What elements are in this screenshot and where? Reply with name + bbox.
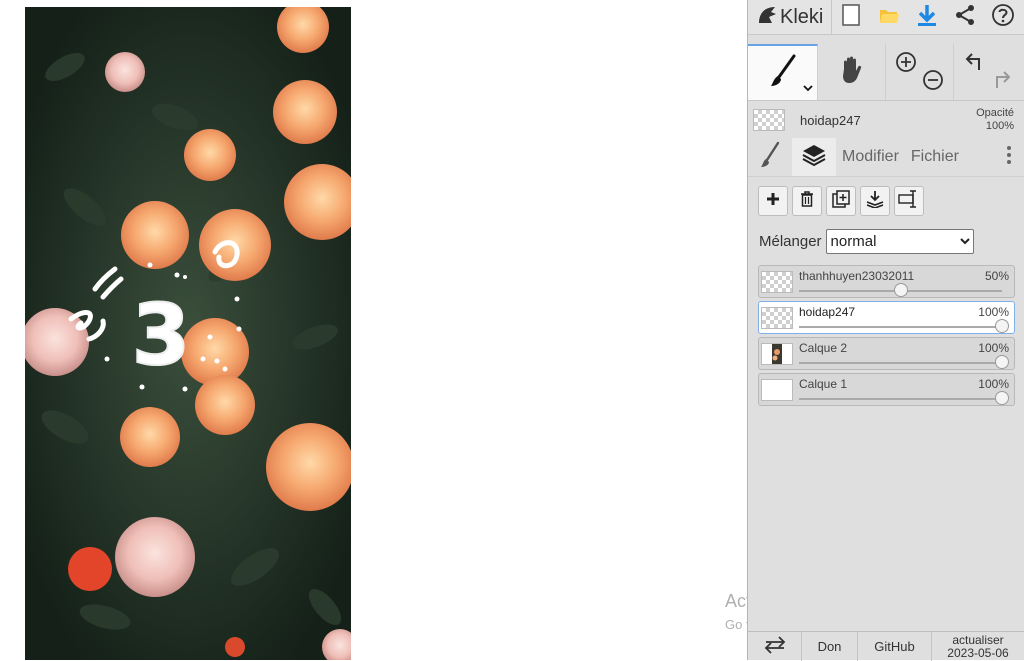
layer-name: Calque 2	[799, 341, 848, 355]
save-download-button[interactable]	[908, 0, 946, 34]
layer-row[interactable]: hoidap247 100%	[758, 301, 1015, 334]
blend-mode-select[interactable]: normal	[825, 229, 974, 254]
open-file-button[interactable]	[870, 0, 908, 34]
sidebar-panel: Kleki hoidap247 Opacité 100% Modifier Fi…	[747, 0, 1024, 661]
countdown-number-text: 3	[132, 286, 190, 384]
merge-down-button[interactable]	[860, 186, 890, 216]
windows-activation-watermark: Activate Windows Go to Settings to activ…	[725, 590, 747, 634]
layer-opacity-slider-handle[interactable]	[995, 355, 1009, 369]
update-label: actualiser	[952, 632, 1004, 647]
tab-fichier[interactable]: Fichier	[905, 148, 965, 166]
swap-arrows-icon	[764, 636, 786, 657]
merge-down-icon	[866, 190, 884, 213]
drawing-canvas-area[interactable]: 3 Activate Windows Go to Settings to act…	[0, 0, 747, 660]
redo-icon[interactable]	[990, 70, 1012, 95]
layer-name: thanhhuyen23032011	[799, 269, 915, 283]
layer-opacity-slider-track[interactable]	[799, 362, 1002, 364]
layer-opacity-value: 100%	[978, 305, 1009, 319]
rename-icon	[898, 189, 920, 213]
duplicate-layer-button[interactable]	[826, 186, 856, 216]
hand-icon	[838, 55, 866, 90]
panel-tabs: Modifier Fichier	[748, 138, 1024, 177]
share-button[interactable]	[946, 0, 984, 34]
layer-opacity-slider-track[interactable]	[799, 398, 1002, 400]
blend-mode-row: Mélanger normal	[759, 229, 974, 254]
kleki-logo[interactable]: Kleki	[748, 0, 832, 34]
layer-name: hoidap247	[799, 305, 856, 319]
hand-tool-button[interactable]	[818, 44, 886, 100]
layer-opacity-slider-handle[interactable]	[893, 283, 908, 297]
app-name: Kleki	[780, 5, 824, 28]
rename-layer-button[interactable]	[894, 186, 924, 216]
current-layer-thumbnail	[753, 109, 785, 131]
help-icon	[991, 3, 1015, 32]
share-icon	[954, 4, 976, 31]
layer-opacity-value: 50%	[984, 269, 1009, 283]
opacity-label: Opacité	[976, 107, 1014, 119]
help-button[interactable]	[984, 0, 1022, 34]
update-button[interactable]: actualiser 2023-05-06	[932, 632, 1024, 661]
undo-icon[interactable]	[964, 52, 986, 77]
layer-thumbnail	[761, 307, 793, 329]
top-toolbar: Kleki	[748, 0, 1024, 35]
tab-modifier[interactable]: Modifier	[836, 148, 905, 166]
folder-icon	[878, 5, 900, 30]
more-menu-button[interactable]	[994, 138, 1024, 176]
layer-opacity-slider-track[interactable]	[799, 326, 1002, 328]
donate-button[interactable]: Don	[802, 632, 858, 661]
zoom-buttons	[886, 44, 954, 100]
brush-icon	[759, 141, 781, 174]
plus-icon	[766, 192, 780, 211]
blend-mode-label: Mélanger	[759, 233, 822, 250]
tool-row	[748, 44, 1024, 101]
update-date: 2023-05-06	[947, 645, 1009, 660]
layer-row[interactable]: Calque 2 100%	[758, 337, 1015, 370]
zoom-in-icon[interactable]	[895, 51, 917, 78]
layer-row[interactable]: thanhhuyen23032011 50%	[758, 265, 1015, 298]
duplicate-icon	[832, 189, 850, 213]
layer-name: Calque 1	[799, 377, 848, 391]
artwork-canvas[interactable]: 3	[25, 7, 351, 660]
delete-layer-button[interactable]	[792, 186, 822, 216]
kleki-logo-icon	[756, 4, 778, 31]
swap-side-button[interactable]	[748, 632, 802, 661]
tab-layers[interactable]	[792, 138, 836, 176]
undo-redo-buttons	[954, 44, 1024, 100]
current-layer-opacity: Opacité 100%	[976, 107, 1014, 133]
layer-list: thanhhuyen23032011 50% hoidap247 100% Calque…	[758, 265, 1015, 409]
opacity-value: 100%	[985, 120, 1014, 132]
download-icon	[916, 3, 938, 32]
github-link[interactable]: GitHub	[858, 632, 932, 661]
layer-action-buttons	[758, 186, 924, 216]
layer-thumbnail	[761, 343, 793, 365]
more-vertical-icon	[1006, 145, 1012, 170]
watermark-title: Activate Windows	[725, 591, 747, 611]
new-image-icon	[841, 3, 861, 32]
layer-opacity-value: 100%	[978, 377, 1009, 391]
bottom-bar: Don GitHub actualiser 2023-05-06	[748, 631, 1024, 661]
layer-opacity-value: 100%	[978, 341, 1009, 355]
current-layer-name: hoidap247	[800, 113, 861, 128]
current-layer-info: hoidap247 Opacité 100%	[748, 102, 1024, 136]
layer-thumbnail	[761, 379, 793, 401]
layer-row[interactable]: Calque 1 100%	[758, 373, 1015, 406]
brush-icon	[768, 53, 798, 94]
trash-icon	[800, 190, 814, 212]
watermark-subtitle: Go to Settings to activate Windows.	[725, 617, 747, 632]
brush-tool-button[interactable]	[748, 44, 818, 100]
new-image-button[interactable]	[832, 0, 870, 34]
add-layer-button[interactable]	[758, 186, 788, 216]
layers-icon	[801, 143, 827, 172]
layer-opacity-slider-handle[interactable]	[995, 391, 1009, 405]
zoom-out-icon[interactable]	[922, 69, 944, 96]
tab-brush-settings[interactable]	[748, 138, 792, 176]
layer-opacity-slider-handle[interactable]	[995, 319, 1009, 333]
chevron-down-icon[interactable]	[803, 79, 813, 97]
layer-thumbnail	[761, 271, 793, 293]
